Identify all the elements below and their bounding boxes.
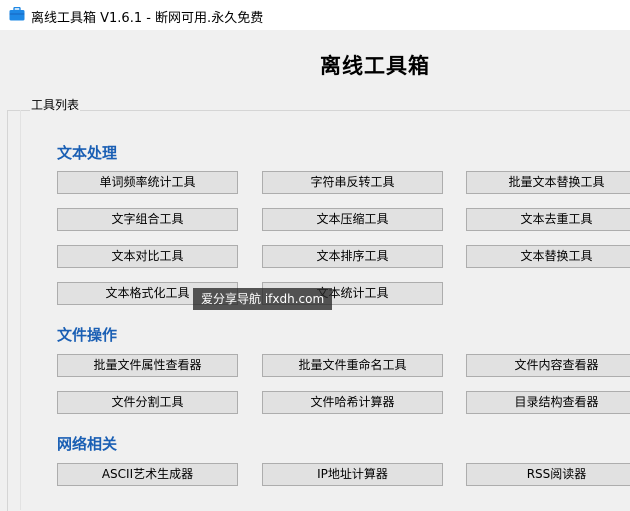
ascii-art-button[interactable]: ASCII艺术生成器: [57, 463, 238, 486]
watermark-badge: 爱分享导航 ifxdh.com: [193, 288, 333, 310]
batch-file-props-button[interactable]: 批量文件属性查看器: [57, 354, 238, 377]
text-replace-button[interactable]: 文本替换工具: [466, 245, 630, 268]
word-frequency-button[interactable]: 单词频率统计工具: [57, 171, 238, 194]
text-compare-button[interactable]: 文本对比工具: [57, 245, 238, 268]
section-title-network: 网络相关: [57, 435, 118, 453]
dir-tree-viewer-button[interactable]: 目录结构查看器: [466, 391, 630, 414]
text-dedupe-button[interactable]: 文本去重工具: [466, 208, 630, 231]
window-title: 离线工具箱 V1.6.1 - 断网可用.永久免费: [31, 11, 264, 26]
file-content-viewer-button[interactable]: 文件内容查看器: [466, 354, 630, 377]
text-sort-button[interactable]: 文本排序工具: [262, 245, 443, 268]
page-title: 离线工具箱: [320, 54, 430, 78]
title-bar: 离线工具箱 V1.6.1 - 断网可用.永久免费: [0, 0, 630, 30]
batch-file-rename-button[interactable]: 批量文件重命名工具: [262, 354, 443, 377]
briefcase-icon: [9, 7, 25, 21]
text-combine-button[interactable]: 文字组合工具: [57, 208, 238, 231]
string-reverse-button[interactable]: 字符串反转工具: [262, 171, 443, 194]
section-title-file-ops: 文件操作: [57, 326, 118, 344]
batch-text-replace-button[interactable]: 批量文本替换工具: [466, 171, 630, 194]
rss-reader-button[interactable]: RSS阅读器: [466, 463, 630, 486]
ip-calculator-button[interactable]: IP地址计算器: [262, 463, 443, 486]
text-compress-button[interactable]: 文本压缩工具: [262, 208, 443, 231]
file-split-button[interactable]: 文件分割工具: [57, 391, 238, 414]
file-hash-button[interactable]: 文件哈希计算器: [262, 391, 443, 414]
section-title-text-processing: 文本处理: [57, 144, 118, 162]
groupbox-label: 工具列表: [30, 96, 81, 113]
